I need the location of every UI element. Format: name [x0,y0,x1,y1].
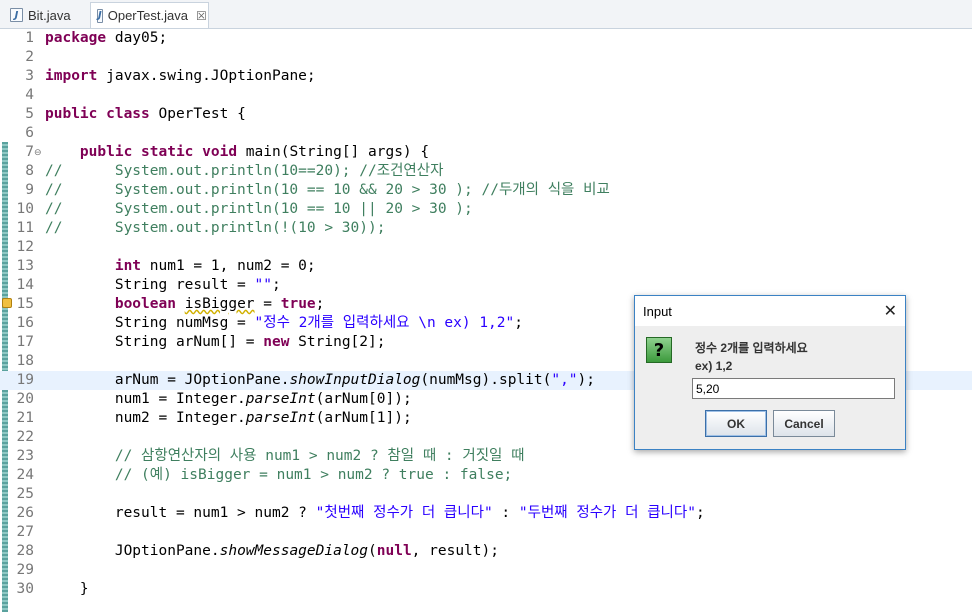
line-number: 28 [16,543,34,559]
code-line[interactable]: 6 [0,124,972,143]
line-number: 2 [25,49,34,65]
line-number: 21 [16,410,34,426]
line-number: 3 [25,68,34,84]
code-text: // System.out.println(10==20); //조건연산자 [45,163,444,179]
code-line[interactable]: 28 JOptionPane.showMessageDialog(null, r… [0,542,972,561]
tab-bit-java[interactable]: J Bit.java [4,3,77,27]
code-text: String arNum[] = new String[2]; [45,334,386,350]
question-icon: ? [646,337,672,363]
code-text: package day05; [45,30,168,46]
code-text: public class OperTest { [45,106,246,122]
code-text: public static void main(String[] args) { [79,144,430,160]
code-text: int num1 = 1, num2 = 0; [114,258,316,274]
code-line[interactable]: 12 [0,238,972,257]
code-line[interactable]: 11 // System.out.println(!(10 > 30)); [0,219,972,238]
dialog-title: Input [643,304,672,319]
close-tab-icon[interactable]: ☒ [196,9,207,23]
code-text: String result = ""; [45,277,281,293]
line-number: 17 [16,334,34,350]
fold-collapse-icon[interactable]: ⊖ [34,144,42,163]
line-number: 7 [25,144,34,160]
code-line[interactable]: 25 [0,485,972,504]
dialog-title-bar: Input ✕ [635,296,905,326]
code-line[interactable]: 26 result = num1 > num2 ? "첫번째 정수가 더 큽니다… [0,504,972,523]
warning-icon[interactable] [2,298,12,308]
line-number: 10 [16,201,34,217]
line-number: 16 [16,315,34,331]
dialog-message-line1: 정수 2개를 입력하세요 [695,341,808,355]
line-number: 1 [25,30,34,46]
code-line[interactable]: 7 ⊖ public static void main(String[] args… [0,143,972,162]
close-icon[interactable]: ✕ [884,301,897,321]
code-text: // System.out.println(10 == 10 && 20 > 3… [45,182,610,198]
code-line[interactable]: 24 // (예) isBigger = num1 > num2 ? true … [0,466,972,485]
code-text: num2 = Integer.parseInt(arNum[1]); [45,410,412,426]
code-line[interactable]: 3 import javax.swing.JOptionPane; [0,67,972,86]
code-line[interactable]: 4 [0,86,972,105]
java-file-icon: J [10,8,23,22]
line-number: 9 [25,182,34,198]
code-text: JOptionPane.showMessageDialog(null, resu… [45,543,499,559]
line-number: 27 [16,524,34,540]
code-text: result = num1 > num2 ? "첫번째 정수가 더 큽니다" :… [45,505,705,521]
ok-button[interactable]: OK [705,410,767,437]
code-text: // System.out.println(!(10 > 30)); [45,220,386,236]
line-number: 18 [16,353,34,369]
line-number: 20 [16,391,34,407]
line-number: 19 [16,372,34,388]
dialog-message-line2: ex) 1,2 [695,359,733,373]
java-file-icon: J [97,8,103,23]
code-line[interactable]: 9 // System.out.println(10 == 10 && 20 > … [0,181,972,200]
line-number: 12 [16,239,34,255]
code-line[interactable]: 13 int num1 = 1, num2 = 0; [0,257,972,276]
line-number: 26 [16,505,34,521]
line-number: 22 [16,429,34,445]
code-text: // (예) isBigger = num1 > num2 ? true : f… [114,467,513,483]
editor-tab-bar: J Bit.java J OperTest.java ☒ [0,0,972,29]
tab-label: OperTest.java [107,8,188,23]
line-number: 8 [25,163,34,179]
code-line[interactable]: 8 // System.out.println(10==20); //조건연산자 [0,162,972,181]
input-dialog: Input ✕ ? 정수 2개를 입력하세요 ex) 1,2 OK Cancel [634,295,906,450]
cancel-button[interactable]: Cancel [773,410,835,437]
line-number: 24 [16,467,34,483]
tab-label: Bit.java [28,7,71,23]
line-number: 14 [16,277,34,293]
code-line[interactable]: 30 } [0,580,972,599]
line-number: 29 [16,562,34,578]
code-text: // 삼항연산자의 사용 num1 > num2 ? 참일 때 : 거짓일 때 [114,448,525,464]
code-text: import javax.swing.JOptionPane; [45,68,316,84]
tab-opertest-java[interactable]: J OperTest.java ☒ [90,2,209,28]
line-number: 5 [25,106,34,122]
line-number: 30 [16,581,34,597]
line-number: 23 [16,448,34,464]
code-line[interactable]: 5 public class OperTest { [0,105,972,124]
code-line[interactable]: 10 // System.out.println(10 == 10 || 20 >… [0,200,972,219]
dialog-text-input[interactable] [692,378,895,399]
line-number: 11 [16,220,34,236]
code-text: String numMsg = "정수 2개를 입력하세요 \n ex) 1,2… [45,315,523,331]
code-text: arNum = JOptionPane.showInputDialog(numM… [45,372,596,388]
code-line[interactable]: 14 String result = ""; [0,276,972,295]
code-text: // System.out.println(10 == 10 || 20 > 3… [45,201,473,217]
code-line[interactable]: 29 [0,561,972,580]
line-number: 25 [16,486,34,502]
code-line[interactable]: 27 [0,523,972,542]
code-text: boolean isBigger = true; [114,296,325,312]
code-text: } [45,581,89,597]
line-number: 4 [25,87,34,103]
code-line[interactable]: 1 package day05; [0,29,972,48]
line-number: 13 [16,258,34,274]
code-text: num1 = Integer.parseInt(arNum[0]); [45,391,412,407]
code-line[interactable]: 2 [0,48,972,67]
line-number: 6 [25,125,34,141]
